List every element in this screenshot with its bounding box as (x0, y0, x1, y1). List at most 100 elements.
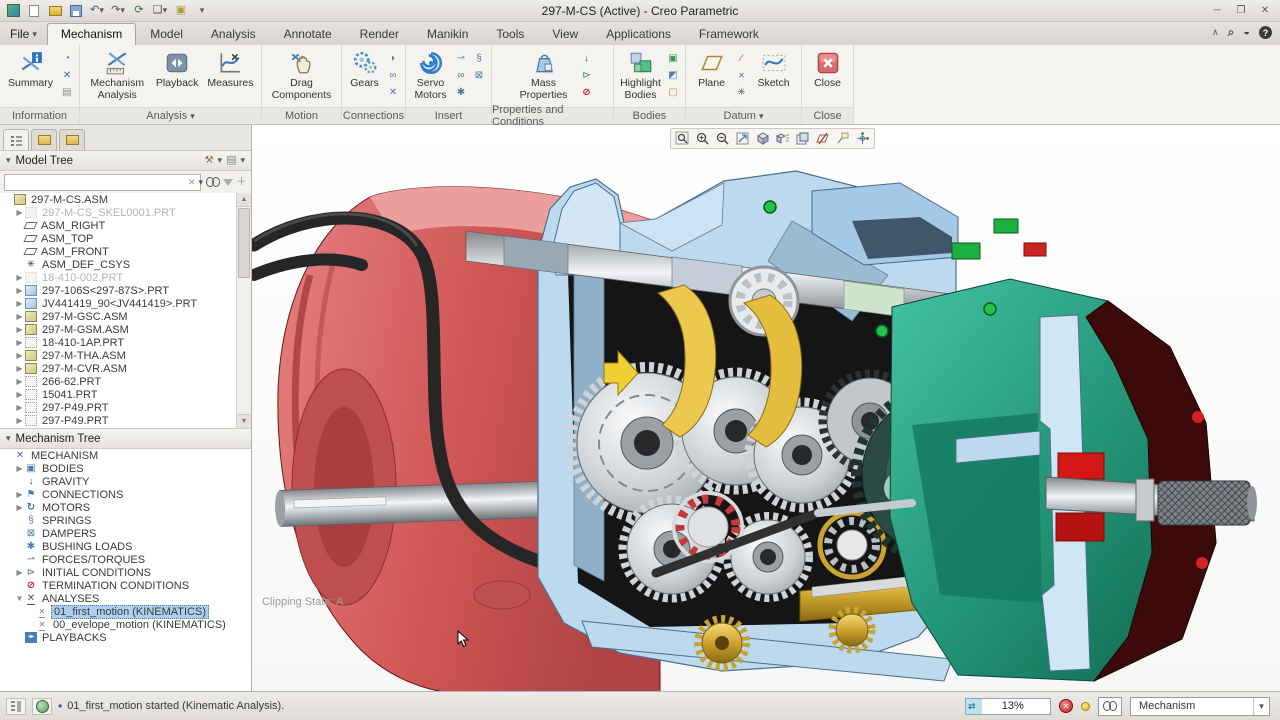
analysis-progress[interactable]: 13% (965, 698, 1051, 715)
tree-item[interactable]: ▶18-410-002.PRT (0, 271, 236, 284)
belt-button[interactable] (453, 68, 469, 83)
tree-item[interactable]: ▶297-106S<297-87S>.PRT (0, 284, 236, 297)
tree-item[interactable]: ▶CONNECTIONS (0, 488, 251, 501)
tree-item[interactable]: SPRINGS (0, 514, 251, 527)
collapse-arrow-icon[interactable]: ▼ (14, 594, 25, 603)
tree-item[interactable]: BUSHING LOADS (0, 540, 251, 553)
zoom-region-button[interactable] (673, 130, 692, 147)
expand-arrow-icon[interactable]: ▶ (14, 390, 25, 399)
plane-button[interactable]: Plane (692, 48, 732, 92)
group-label-connections[interactable]: Connections (342, 107, 405, 124)
datum-point-button[interactable] (734, 68, 750, 83)
find-icon[interactable] (206, 177, 220, 187)
new-body-button[interactable] (665, 51, 681, 66)
folder-browser-tab[interactable] (31, 129, 57, 150)
tab-analysis[interactable]: Analysis (197, 23, 270, 45)
spring-button[interactable] (471, 51, 487, 66)
summary-table-button[interactable] (59, 85, 75, 100)
mechanism-info-button[interactable] (59, 68, 75, 83)
expand-arrow-icon[interactable]: ▶ (14, 299, 25, 308)
group-label-analysis[interactable]: Analysis (80, 107, 261, 124)
tree-item[interactable]: ASM_TOP (0, 232, 236, 245)
tab-framework[interactable]: Framework (685, 23, 773, 45)
zoom-in-button[interactable] (693, 130, 712, 147)
force-motor-button[interactable] (453, 51, 469, 66)
drag-components-button[interactable]: Drag Components (269, 48, 335, 103)
expand-arrow-icon[interactable]: ▶ (14, 338, 25, 347)
belt-connection-button[interactable] (385, 68, 401, 83)
tree-item[interactable]: ▶JV441419_90<JV441419>.PRT (0, 297, 236, 310)
tree-item[interactable]: ASM_FRONT (0, 245, 236, 258)
tree-item[interactable]: ▶15041.PRT (0, 388, 236, 401)
termination-conditions-button[interactable] (579, 85, 595, 100)
close-button[interactable] (1258, 5, 1272, 16)
chevron-down-icon[interactable] (218, 155, 223, 166)
mechanism-analysis-button[interactable]: Mechanism Analysis (84, 48, 150, 103)
restore-button[interactable] (1234, 5, 1248, 16)
close-mechanism-button[interactable]: Close (807, 48, 849, 92)
tree-item[interactable]: ▶266-62.PRT (0, 375, 236, 388)
bushing-load-button[interactable] (453, 85, 469, 100)
expand-arrow-icon[interactable]: ▶ (14, 286, 25, 295)
tree-settings-icon[interactable] (205, 155, 214, 166)
filter-mode-dropdown[interactable]: Mechanism (1130, 697, 1270, 716)
model-tree-scrollbar[interactable]: ▲ ▼ (236, 193, 251, 428)
tab-view[interactable]: View (538, 23, 592, 45)
tree-item[interactable]: MECHANISM (0, 449, 251, 462)
tab-render[interactable]: Render (346, 23, 413, 45)
tree-item[interactable]: ▶297-M-THA.ASM (0, 349, 236, 362)
expand-arrow-icon[interactable]: ▶ (14, 403, 25, 412)
tree-item[interactable]: ▶18-410-1AP.PRT (0, 336, 236, 349)
group-label-information[interactable]: Information (0, 107, 79, 124)
expand-arrow-icon[interactable]: ▶ (14, 464, 25, 473)
tree-item[interactable]: FORCES/TORQUES (0, 553, 251, 566)
tree-item[interactable]: GRAVITY (0, 475, 251, 488)
tree-item[interactable]: ▶MOTORS (0, 501, 251, 514)
tree-item[interactable]: ▶297-P49.PRT (0, 414, 236, 427)
tree-item[interactable]: ▼ANALYSES (0, 592, 251, 605)
gears-button[interactable]: Gears (346, 48, 383, 92)
connectivity-icon[interactable] (1243, 27, 1250, 38)
expand-arrow-icon[interactable]: ▶ (14, 377, 25, 386)
datum-display-button[interactable] (813, 130, 832, 147)
expand-arrow-icon[interactable]: ▶ (14, 351, 25, 360)
gravity-button[interactable] (579, 51, 595, 66)
expand-arrow-icon[interactable]: ▶ (14, 568, 25, 577)
tree-item[interactable]: ▶297-M-CS_SKEL0001.PRT (0, 206, 236, 219)
search-options-icon[interactable] (198, 177, 203, 188)
mass-properties-button[interactable]: Mass Properties (511, 48, 577, 103)
annotation-display-button[interactable] (833, 130, 852, 147)
cam-connection-button[interactable] (385, 51, 401, 66)
tree-item[interactable]: ▶297-P49.PRT (0, 401, 236, 414)
expand-arrow-icon[interactable]: ▶ (14, 325, 25, 334)
initial-conditions-button[interactable] (579, 68, 595, 83)
group-label-close[interactable]: Close (802, 107, 853, 124)
summary-button[interactable]: Summary (4, 48, 57, 92)
expand-arrow-icon[interactable]: ▶ (14, 503, 25, 512)
browser-toggle-button[interactable] (32, 698, 52, 715)
datum-axis-button[interactable] (734, 51, 750, 66)
expand-arrow-icon[interactable]: ▶ (14, 208, 25, 217)
expand-arrow-icon[interactable]: ▶ (14, 312, 25, 321)
tab-mechanism[interactable]: Mechanism (47, 23, 136, 45)
navigator-toggle-button[interactable] (6, 698, 26, 715)
chevron-down-icon[interactable] (240, 155, 245, 166)
scrollbar-thumb[interactable] (238, 208, 250, 278)
filter-icon[interactable] (223, 179, 233, 186)
tree-item[interactable]: ASM_DEF_CSYS (0, 258, 236, 271)
datum-csys-button[interactable] (734, 85, 750, 100)
stop-analysis-button[interactable] (1059, 699, 1073, 713)
expand-all-icon[interactable] (236, 177, 247, 188)
tree-item[interactable]: 00_evelope_motion (KINEMATICS) (0, 618, 251, 631)
tree-item[interactable]: ▶297-M-GSM.ASM (0, 323, 236, 336)
tree-item[interactable]: 01_first_motion (KINEMATICS) (0, 605, 251, 618)
named-views-button[interactable] (773, 130, 792, 147)
tree-item[interactable]: ▶297-M-GSC.ASM (0, 310, 236, 323)
tree-item[interactable]: TERMINATION CONDITIONS (0, 579, 251, 592)
spin-center-button[interactable] (853, 130, 872, 147)
tree-columns-icon[interactable] (226, 155, 236, 166)
help-icon[interactable] (1259, 26, 1272, 39)
group-label-properties[interactable]: Properties and Conditions (492, 107, 613, 124)
expand-arrow-icon[interactable]: ▶ (14, 364, 25, 373)
tree-item[interactable]: ▶297-M-CVR.ASM (0, 362, 236, 375)
